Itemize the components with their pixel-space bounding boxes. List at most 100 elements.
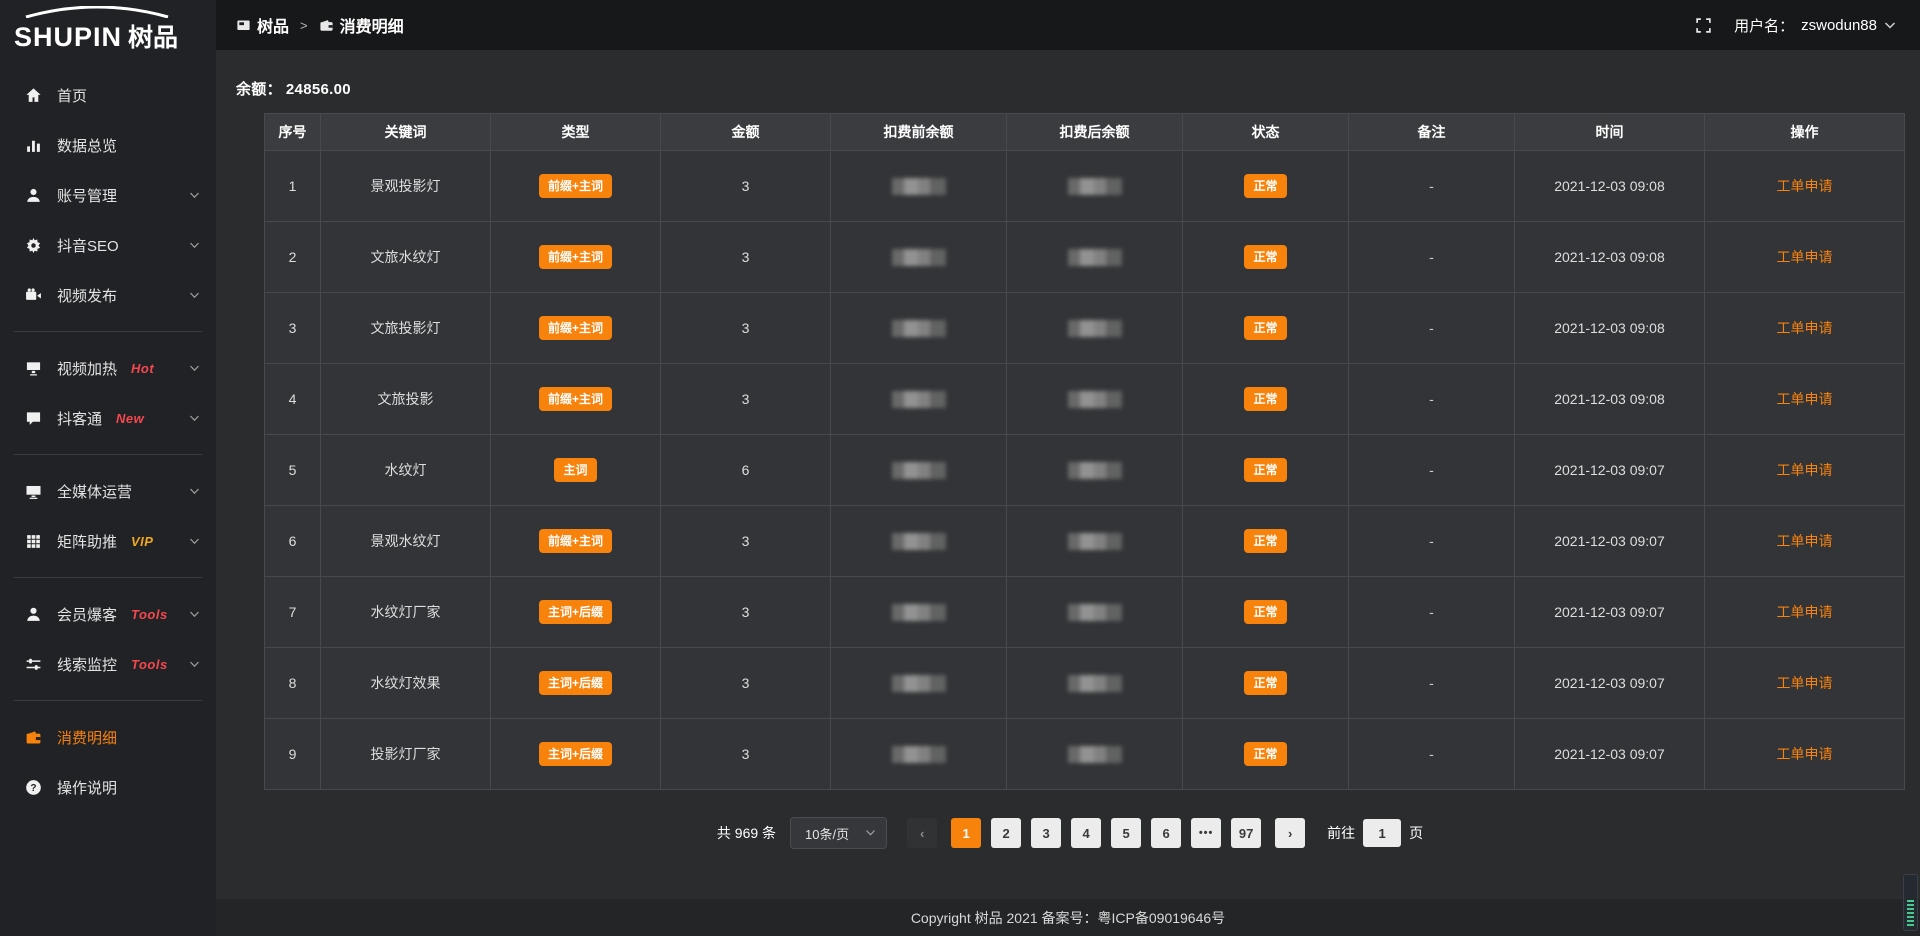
sidebar-item-home[interactable]: 首页 xyxy=(0,70,216,120)
cell-balance-before xyxy=(831,222,1007,293)
redacted-balance xyxy=(1068,320,1122,337)
table-row: 5水纹灯主词6正常-2021-12-03 09:07工单申请 xyxy=(265,435,1905,506)
work-order-link[interactable]: 工单申请 xyxy=(1777,391,1833,407)
cell-type: 前缀+主词 xyxy=(491,506,661,577)
cell-action: 工单申请 xyxy=(1705,151,1905,222)
user-menu[interactable]: 用户名： zswodun88 xyxy=(1734,15,1896,36)
work-order-link[interactable]: 工单申请 xyxy=(1777,249,1833,265)
page-button-5[interactable]: 5 xyxy=(1111,818,1141,848)
redacted-balance xyxy=(892,249,946,266)
prev-page-button[interactable]: ‹ xyxy=(907,818,937,848)
cell-index: 3 xyxy=(265,293,321,364)
cell-remark: - xyxy=(1349,293,1515,364)
sidebar-item-operation-guide[interactable]: ?操作说明 xyxy=(0,762,216,812)
sidebar-item-label: 矩阵助推 xyxy=(57,531,117,552)
browser-extension-widget[interactable] xyxy=(1903,874,1918,931)
fullscreen-icon[interactable] xyxy=(1695,17,1712,34)
page-button-97[interactable]: 97 xyxy=(1231,818,1261,848)
sidebar-item-douketong[interactable]: 抖客通 New xyxy=(0,393,216,443)
cell-keyword: 投影灯厂家 xyxy=(321,719,491,790)
cell-amount: 3 xyxy=(661,293,831,364)
username-value: zswodun88 xyxy=(1801,17,1877,34)
work-order-link[interactable]: 工单申请 xyxy=(1777,675,1833,691)
work-order-link[interactable]: 工单申请 xyxy=(1777,604,1833,620)
page-ellipsis-button[interactable]: ••• xyxy=(1191,818,1221,848)
cell-remark: - xyxy=(1349,435,1515,506)
sidebar-item-account-management[interactable]: 账号管理 xyxy=(0,170,216,220)
work-order-link[interactable]: 工单申请 xyxy=(1777,462,1833,478)
sidebar-item-member-baoke[interactable]: 会员爆客 Tools xyxy=(0,589,216,639)
table-row: 4文旅投影前缀+主词3正常-2021-12-03 09:08工单申请 xyxy=(265,364,1905,435)
breadcrumb-label: 树品 xyxy=(257,13,289,37)
cell-balance-before xyxy=(831,577,1007,648)
chevron-down-icon xyxy=(189,483,200,500)
cell-status: 正常 xyxy=(1183,577,1349,648)
menu-divider xyxy=(14,577,202,578)
page-button-3[interactable]: 3 xyxy=(1031,818,1061,848)
table-row: 2文旅水纹灯前缀+主词3正常-2021-12-03 09:08工单申请 xyxy=(265,222,1905,293)
cell-balance-after xyxy=(1007,364,1183,435)
sidebar-item-label: 抖客通 xyxy=(57,408,102,429)
cell-time: 2021-12-03 09:08 xyxy=(1515,151,1705,222)
cell-time: 2021-12-03 09:07 xyxy=(1515,648,1705,719)
redacted-balance xyxy=(892,604,946,621)
cell-amount: 3 xyxy=(661,506,831,577)
main-content: 余额：24856.00 序号关键词类型金额扣费前余额扣费后余额状态备注时间操作 … xyxy=(216,50,1920,899)
type-badge: 前缀+主词 xyxy=(539,387,612,411)
cell-time: 2021-12-03 09:07 xyxy=(1515,435,1705,506)
cell-keyword: 文旅投影灯 xyxy=(321,293,491,364)
cell-time: 2021-12-03 09:07 xyxy=(1515,719,1705,790)
work-order-link[interactable]: 工单申请 xyxy=(1777,533,1833,549)
next-page-button[interactable]: › xyxy=(1275,818,1305,848)
work-order-link[interactable]: 工单申请 xyxy=(1777,320,1833,336)
work-order-link[interactable]: 工单申请 xyxy=(1777,746,1833,762)
cell-type: 前缀+主词 xyxy=(491,222,661,293)
sidebar-item-badge: New xyxy=(116,411,144,426)
page-button-6[interactable]: 6 xyxy=(1151,818,1181,848)
sidebar-item-lead-monitor[interactable]: 线索监控Tools xyxy=(0,639,216,689)
cell-keyword: 水纹灯厂家 xyxy=(321,577,491,648)
sidebar-item-badge: Tools xyxy=(131,607,168,622)
page-button-4[interactable]: 4 xyxy=(1071,818,1101,848)
home-icon xyxy=(25,87,42,104)
sidebar-item-video-heating[interactable]: 视频加热Hot xyxy=(0,343,216,393)
breadcrumb-separator: > xyxy=(298,18,310,33)
sidebar-item-douyin-seo[interactable]: 抖音SEO xyxy=(0,220,216,270)
goto-page: 前往页 xyxy=(1327,819,1423,847)
cell-keyword: 水纹灯 xyxy=(321,435,491,506)
page-size-select[interactable]: 10条/页 xyxy=(790,817,887,849)
cell-balance-before xyxy=(831,506,1007,577)
sidebar-item-matrix-boost[interactable]: 矩阵助推 VIP xyxy=(0,516,216,566)
goto-page-input[interactable] xyxy=(1363,819,1401,847)
work-order-link[interactable]: 工单申请 xyxy=(1777,178,1833,194)
type-badge: 前缀+主词 xyxy=(539,245,612,269)
cell-action: 工单申请 xyxy=(1705,364,1905,435)
column-header: 序号 xyxy=(265,114,321,151)
page-size-value: 10条/页 xyxy=(805,824,849,843)
cell-action: 工单申请 xyxy=(1705,435,1905,506)
sidebar-item-consumption-detail[interactable]: 消费明细 xyxy=(0,712,216,762)
sidebar-item-badge: Tools xyxy=(131,657,168,672)
cell-amount: 3 xyxy=(661,222,831,293)
breadcrumb-item-0[interactable]: 树品 xyxy=(236,13,289,37)
status-badge: 正常 xyxy=(1244,316,1286,340)
gear-icon xyxy=(25,237,42,254)
cell-keyword: 文旅投影 xyxy=(321,364,491,435)
sidebar-item-video-publish[interactable]: 视频发布 xyxy=(0,270,216,320)
breadcrumb-label: 消费明细 xyxy=(340,13,404,37)
page-button-1[interactable]: 1 xyxy=(951,818,981,848)
logo[interactable]: SHUPIN 树品 xyxy=(0,0,216,62)
chevron-down-icon xyxy=(189,287,200,304)
sidebar-item-data-overview[interactable]: 数据总览 xyxy=(0,120,216,170)
breadcrumb: 树品 > 消费明细 xyxy=(236,13,404,37)
sidebar-item-label: 会员爆客 xyxy=(57,604,117,625)
menu-divider xyxy=(14,454,202,455)
breadcrumb-item-1[interactable]: 消费明细 xyxy=(319,13,404,37)
cell-amount: 3 xyxy=(661,648,831,719)
cell-balance-after xyxy=(1007,222,1183,293)
monitor-icon xyxy=(25,483,42,500)
sidebar-item-badge: VIP xyxy=(131,534,153,549)
cell-status: 正常 xyxy=(1183,719,1349,790)
sidebar-item-media-operation[interactable]: 全媒体运营 xyxy=(0,466,216,516)
page-button-2[interactable]: 2 xyxy=(991,818,1021,848)
